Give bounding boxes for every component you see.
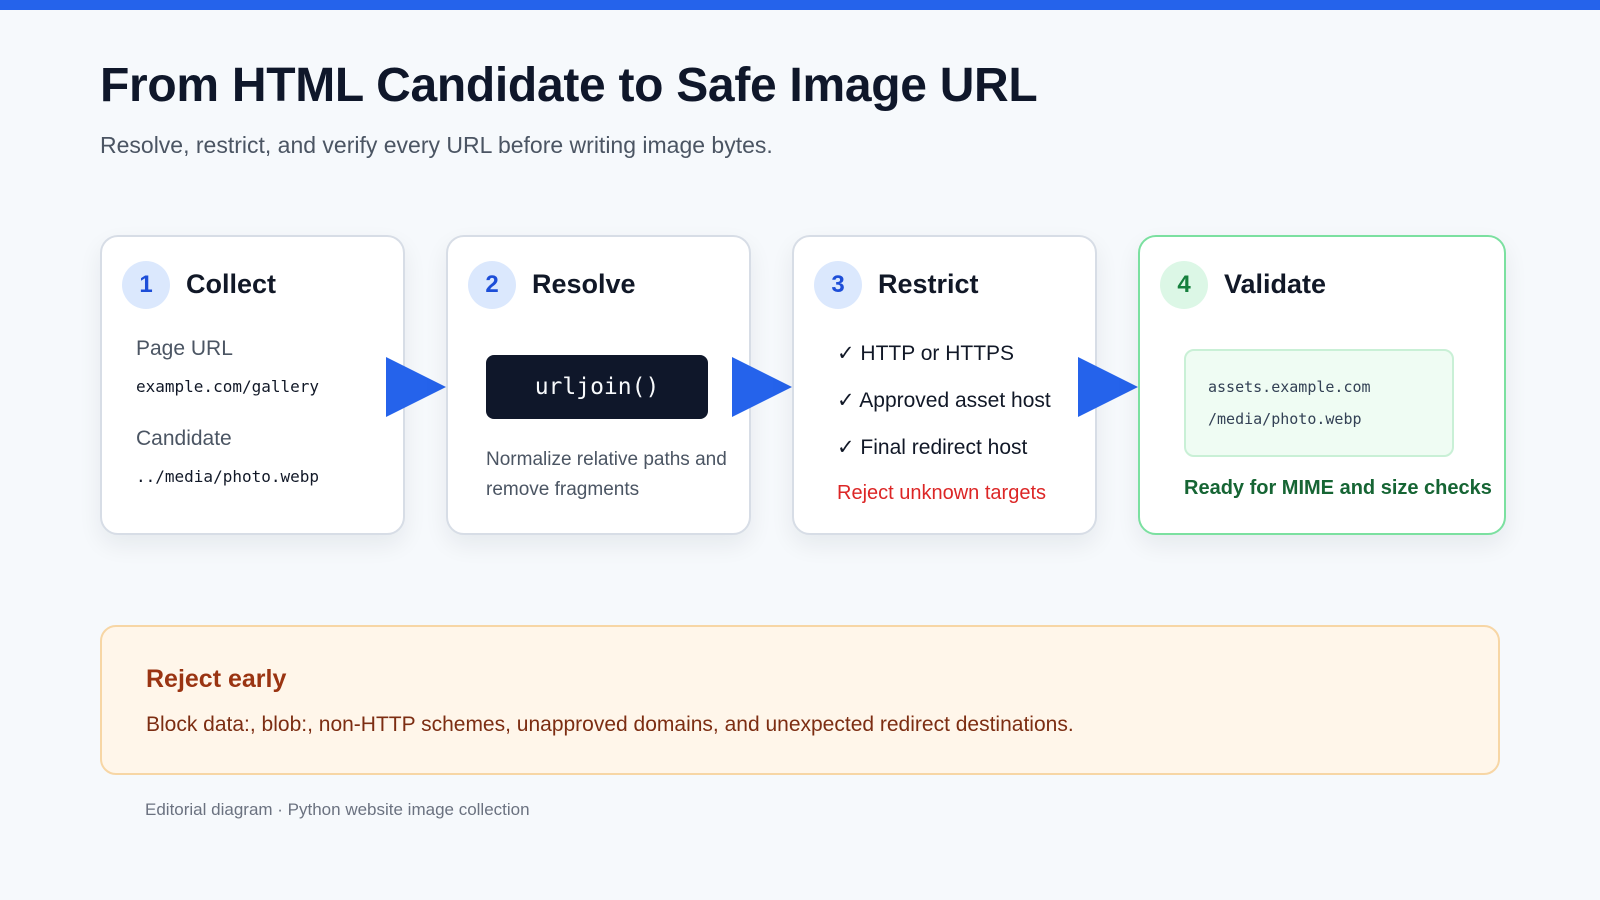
check-asset-host: ✓ Approved asset host <box>837 389 1051 412</box>
page-url-label: Page URL <box>136 337 233 360</box>
flow-arrow-1 <box>386 357 446 417</box>
page-title: From HTML Candidate to Safe Image URL <box>100 59 1038 112</box>
check-redirect-host: ✓ Final redirect host <box>837 436 1028 459</box>
notice-title: Reject early <box>146 665 287 693</box>
step-resolve-card: 2 Resolve urljoin() Normalize relative p… <box>446 235 751 535</box>
candidate-value: ../media/photo.webp <box>136 467 320 486</box>
urljoin-code-box: urljoin() <box>486 355 708 419</box>
page-subtitle: Resolve, restrict, and verify every URL … <box>100 132 773 158</box>
reject-unknown-text: Reject unknown targets <box>837 482 1047 504</box>
validated-url-box: assets.example.com /media/photo.webp <box>1184 349 1454 457</box>
step-number-badge: 1 <box>122 261 170 309</box>
validated-path: /media/photo.webp <box>1208 410 1362 428</box>
check-scheme: ✓ HTTP or HTTPS <box>837 342 1015 365</box>
top-accent-bar <box>0 0 1600 10</box>
step-number-badge: 2 <box>468 261 516 309</box>
footer-caption: Editorial diagram · Python website image… <box>145 800 530 819</box>
step-restrict-card: 3 Restrict ✓ HTTP or HTTPS ✓ Approved as… <box>792 235 1097 535</box>
candidate-label: Candidate <box>136 427 232 450</box>
step-number-badge: 4 <box>1160 261 1208 309</box>
step-title: Resolve <box>532 269 636 299</box>
reject-early-notice: Reject early Block data:, blob:, non-HTT… <box>100 625 1500 775</box>
step-title: Restrict <box>878 269 979 299</box>
notice-text: Block data:, blob:, non-HTTP schemes, un… <box>146 713 1074 736</box>
validated-host: assets.example.com <box>1208 378 1371 396</box>
resolve-description: Normalize relative paths and remove frag… <box>486 449 727 500</box>
flow-arrow-3 <box>1078 357 1138 417</box>
step-validate-card: 4 Validate assets.example.com /media/pho… <box>1138 235 1506 535</box>
step-title: Collect <box>186 269 277 299</box>
page-url-value: example.com/gallery <box>136 377 320 396</box>
step-number-badge: 3 <box>814 261 862 309</box>
flow-arrow-2 <box>732 357 792 417</box>
validation-result: Ready for MIME and size checks <box>1184 477 1492 499</box>
step-title: Validate <box>1224 269 1327 299</box>
step-collect-card: 1 Collect Page URL example.com/gallery C… <box>100 235 405 535</box>
